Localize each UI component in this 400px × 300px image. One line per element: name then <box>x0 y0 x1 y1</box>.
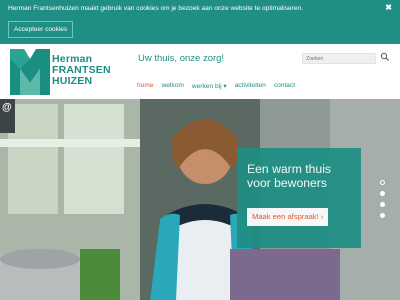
logo-line-3: HUIZEN <box>52 75 93 87</box>
main-nav: home welkom werken bij ▾ activiteiten co… <box>137 82 303 90</box>
slider-dots <box>380 180 386 224</box>
hero-slider: @ Een warm thuis voor bewoners Maak een … <box>0 99 400 300</box>
nav-item-contact[interactable]: contact <box>274 82 295 90</box>
make-appointment-button[interactable]: Maak een afspraak! › <box>247 208 329 226</box>
logo-text: Herman FRANTSEN HUIZEN <box>52 54 127 87</box>
nav-item-werken-bij[interactable]: werken bij ▾ <box>192 82 227 90</box>
tagline: Uw thuis, onze zorg! <box>138 53 225 64</box>
logo[interactable]: Herman FRANTSEN HUIZEN <box>10 49 125 95</box>
promo-title: Een warm thuis voor bewoners <box>247 162 331 190</box>
cookie-message: Herman Frantsenhuizen maakt gebruik van … <box>8 5 304 12</box>
slider-dot-1[interactable] <box>380 180 385 185</box>
accessibility-icon: @ <box>2 102 12 113</box>
nav-item-welkom[interactable]: welkom <box>162 82 184 90</box>
search-input[interactable] <box>302 53 376 64</box>
site-header: Herman FRANTSEN HUIZEN Uw thuis, onze zo… <box>0 44 400 99</box>
nav-item-home[interactable]: home <box>137 82 154 90</box>
cookie-bar: Herman Frantsenhuizen maakt gebruik van … <box>0 0 400 44</box>
slider-dot-4[interactable] <box>380 213 385 218</box>
accept-cookies-button[interactable]: Accepteer cookies <box>8 21 74 38</box>
hero-promo-panel: Een warm thuis voor bewoners Maak een af… <box>237 148 361 248</box>
close-icon[interactable]: ✖ <box>385 3 392 12</box>
nav-item-activiteiten[interactable]: activiteiten <box>235 82 266 90</box>
logo-mark-icon <box>10 49 50 95</box>
accessibility-tab[interactable]: @ <box>0 99 15 133</box>
slider-dot-3[interactable] <box>380 202 385 207</box>
search-icon[interactable] <box>380 52 390 62</box>
slider-dot-2[interactable] <box>380 191 385 196</box>
